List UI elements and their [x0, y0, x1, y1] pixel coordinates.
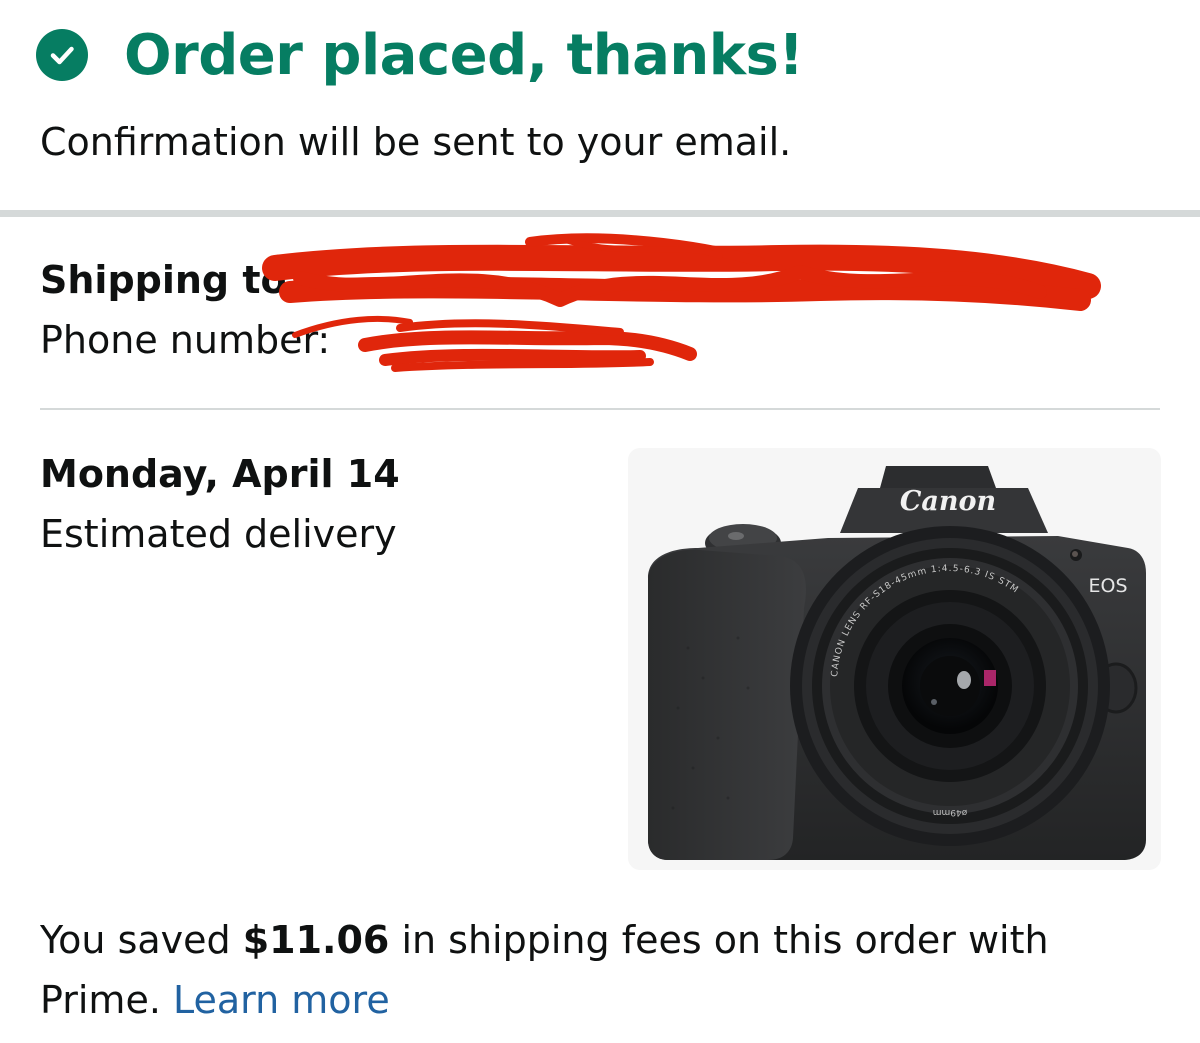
section-divider: [0, 210, 1200, 217]
lens-diameter-label: ø49mm: [933, 807, 968, 817]
brand-logo: Canon: [900, 486, 996, 517]
prime-savings-message: You saved $11.06 in shipping fees on thi…: [40, 910, 1160, 1030]
shipping-label: Shipping to: [40, 258, 287, 302]
delivery-date: Monday, April 14: [40, 452, 400, 496]
product-image[interactable]: Canon EOS CANON LENS RF-S18-45mm 1:4.5-6…: [628, 448, 1161, 870]
model-label: EOS: [1088, 575, 1127, 597]
phone-label: Phone number:: [40, 318, 331, 362]
order-confirmation-page: Order placed, thanks! Confirmation will …: [0, 0, 1200, 1043]
savings-amount: $11.06: [242, 918, 390, 962]
savings-prefix: You saved: [40, 918, 243, 962]
page-title: Order placed, thanks!: [124, 22, 804, 88]
header: Order placed, thanks!: [36, 20, 804, 90]
confirmation-message: Confirmation will be sent to your email.: [40, 120, 792, 164]
shipping-address-tail: T,: [1030, 258, 1065, 302]
delivery-label: Estimated delivery: [40, 512, 397, 556]
section-divider: [40, 408, 1160, 410]
learn-more-link[interactable]: Learn more: [173, 978, 390, 1022]
check-circle-icon: [36, 29, 88, 81]
camera-product-image: Canon EOS CANON LENS RF-S18-45mm 1:4.5-6…: [648, 466, 1146, 860]
